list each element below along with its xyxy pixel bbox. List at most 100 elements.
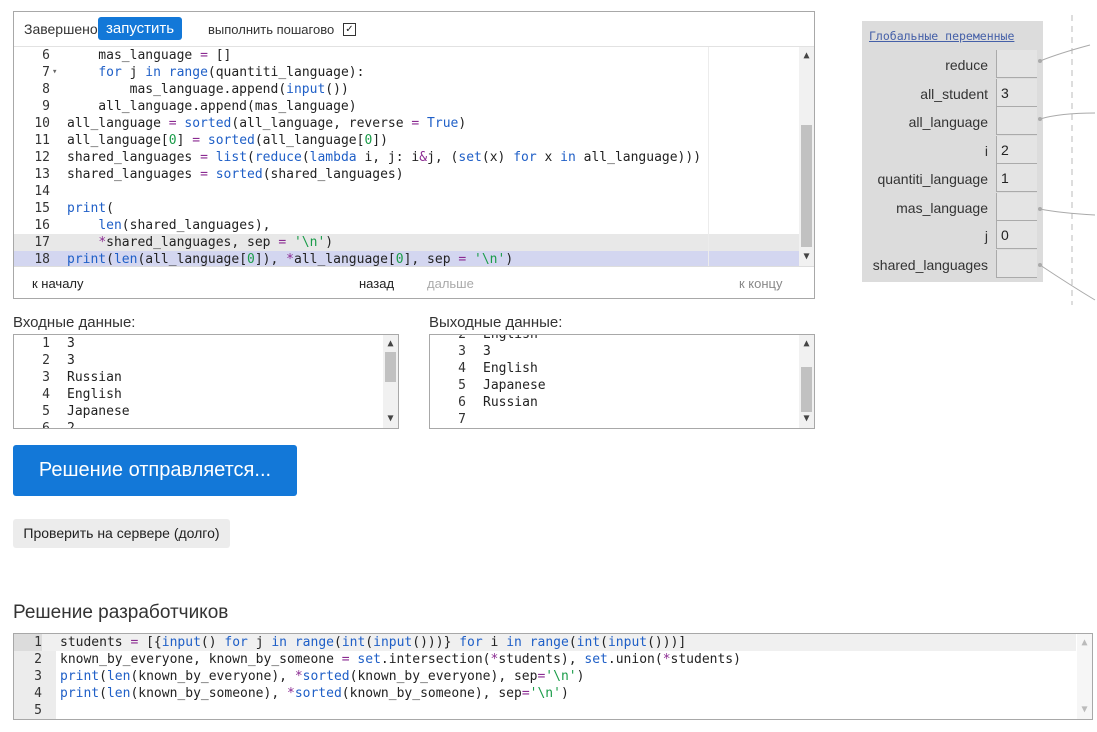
line-number: 17: [34, 235, 50, 250]
code-line[interactable]: 1 students = [{input() for j in range(int…: [14, 634, 1076, 651]
code-line[interactable]: 16 len(shared_languages),: [14, 217, 799, 234]
output-scrollbar[interactable]: ▲ ▼: [799, 335, 814, 428]
step-mode-label: выполнить пошагово: [208, 22, 335, 37]
run-status-label: Завершено: [24, 21, 98, 37]
code-line[interactable]: 10 all_language = sorted(all_language, re…: [14, 115, 799, 132]
scroll-up-icon[interactable]: ▲: [383, 337, 398, 351]
line-number: 2: [34, 652, 42, 667]
line-number: 5: [34, 703, 42, 718]
code-line[interactable]: 8 mas_language.append(input()): [14, 81, 799, 98]
back-button[interactable]: назад: [359, 276, 394, 291]
variable-name: all_language: [908, 114, 988, 130]
line-text: 3: [483, 344, 491, 359]
editor-toolbar: Завершено запустить выполнить пошагово ✓: [14, 12, 814, 46]
code-line[interactable]: 6 mas_language = []: [14, 47, 799, 64]
output-editor[interactable]: 7 6 Russian 5 Japanese 4 English 3 3 2 English ▲ ▼: [429, 334, 815, 429]
to-start-button[interactable]: к началу: [32, 276, 84, 291]
scroll-thumb[interactable]: [801, 125, 812, 247]
scroll-up-icon[interactable]: ▲: [1077, 636, 1092, 650]
code-editor[interactable]: 18 print(len(all_language[0]), *all_langu…: [14, 46, 814, 266]
code-line[interactable]: 3 print(len(known_by_everyone), *sorted(k…: [14, 668, 1076, 685]
code-line[interactable]: 9 all_language.append(mas_language): [14, 98, 799, 115]
forward-button[interactable]: дальше: [427, 276, 474, 291]
scroll-down-icon[interactable]: ▼: [799, 412, 814, 426]
code-text: all_language.append(mas_language): [67, 99, 357, 114]
code-line[interactable]: 7 ▾ for j in range(quantiti_language):: [14, 64, 799, 81]
code-line[interactable]: 11 all_language[0] = sorted(all_language[…: [14, 132, 799, 149]
line-text: Japanese: [483, 378, 546, 393]
dev-scrollbar[interactable]: ▲ ▼: [1077, 634, 1092, 719]
line-number: 12: [34, 150, 50, 165]
code-text: for j in range(quantiti_language):: [98, 65, 365, 80]
scroll-thumb[interactable]: [801, 367, 812, 412]
code-line[interactable]: 2 known_by_everyone, known_by_someone = s…: [14, 651, 1076, 668]
io-line: 5 Japanese: [430, 377, 814, 394]
code-line[interactable]: 15 print(: [14, 200, 799, 217]
globals-title[interactable]: Глобальные переменные: [869, 29, 1014, 43]
input-label: Входные данные:: [13, 314, 136, 331]
code-text: *shared_languages, sep = '\n'): [98, 235, 334, 250]
input-editor[interactable]: 6 2 5 Japanese 4 English 3 Russian 2 3 1 3 ▲ ▼: [13, 334, 399, 429]
io-line: 6 Russian: [430, 394, 814, 411]
scroll-down-icon[interactable]: ▼: [1077, 703, 1092, 717]
line-number: 5: [42, 404, 50, 419]
code-line[interactable]: 12 shared_languages = list(reduce(lambda …: [14, 149, 799, 166]
code-line[interactable]: 4 print(len(known_by_someone), *sorted(kn…: [14, 685, 1076, 702]
developer-solution-title: Решение разработчиков: [13, 602, 229, 623]
code-text: print(len(known_by_someone), *sorted(kno…: [60, 686, 569, 701]
io-line: 3 Russian: [14, 369, 398, 386]
line-number: 2: [42, 353, 50, 368]
code-line[interactable]: 5: [14, 702, 1076, 719]
line-text: English: [483, 361, 538, 376]
submit-button[interactable]: Решение отправляется...: [13, 445, 297, 496]
code-editor-panel: Завершено запустить выполнить пошагово ✓…: [13, 11, 815, 299]
line-number: 4: [458, 361, 466, 376]
line-text: 2: [67, 421, 75, 429]
line-text: 3: [67, 336, 75, 351]
line-number: 13: [34, 167, 50, 182]
code-text: shared_languages = sorted(shared_languag…: [67, 167, 404, 182]
to-end-button[interactable]: к концу: [739, 276, 783, 291]
line-number: 4: [34, 686, 42, 701]
fold-toggle-icon[interactable]: ▾: [52, 64, 57, 81]
step-mode-checkbox[interactable]: ✓: [343, 23, 356, 36]
editor-scrollbar[interactable]: ▲ ▼: [799, 47, 814, 266]
line-number: 18: [34, 252, 50, 266]
line-text: Japanese: [67, 404, 130, 419]
scroll-up-icon[interactable]: ▲: [799, 337, 814, 351]
variable-name: mas_language: [896, 199, 988, 216]
server-check-button[interactable]: Проверить на сервере (долго): [13, 519, 230, 548]
code-text: mas_language = []: [67, 48, 232, 63]
scroll-down-icon[interactable]: ▼: [383, 412, 398, 426]
code-text: known_by_everyone, known_by_someone = se…: [60, 652, 741, 667]
line-text: English: [67, 387, 122, 402]
variable-name: i: [984, 142, 988, 159]
scroll-thumb[interactable]: [385, 352, 396, 382]
code-text: print(len(all_language[0]), *all_languag…: [67, 252, 514, 266]
print-margin: [708, 47, 709, 266]
line-number: 6: [42, 48, 50, 63]
line-number: 8: [42, 82, 50, 97]
line-text: Russian: [483, 395, 538, 410]
code-text: print(len(known_by_everyone), *sorted(kn…: [60, 669, 585, 684]
code-line[interactable]: 14: [14, 183, 799, 200]
line-number: 1: [14, 634, 42, 651]
line-number: 3: [458, 344, 466, 359]
io-line: 7: [430, 411, 814, 428]
run-button[interactable]: запустить: [98, 17, 183, 40]
io-line: 2 English: [430, 334, 814, 343]
scroll-down-icon[interactable]: ▼: [799, 250, 814, 264]
code-line[interactable]: 17 *shared_languages, sep = '\n'): [14, 234, 799, 251]
developer-solution-editor[interactable]: ▲ ▼ 1 students = [{input() for j in range…: [13, 633, 1093, 720]
code-line[interactable]: 18 print(len(all_language[0]), *all_langu…: [14, 251, 799, 266]
code-line[interactable]: 13 shared_languages = sorted(shared_langu…: [14, 166, 799, 183]
scroll-up-icon[interactable]: ▲: [799, 49, 814, 63]
line-number: 15: [34, 201, 50, 216]
line-number: 3: [42, 370, 50, 385]
code-text: mas_language.append(input()): [67, 82, 349, 97]
line-number: 6: [42, 421, 50, 429]
input-scrollbar[interactable]: ▲ ▼: [383, 335, 398, 428]
line-text: Russian: [67, 370, 122, 385]
variable-name: quantiti_language: [877, 171, 988, 187]
line-number: 2: [458, 334, 466, 342]
